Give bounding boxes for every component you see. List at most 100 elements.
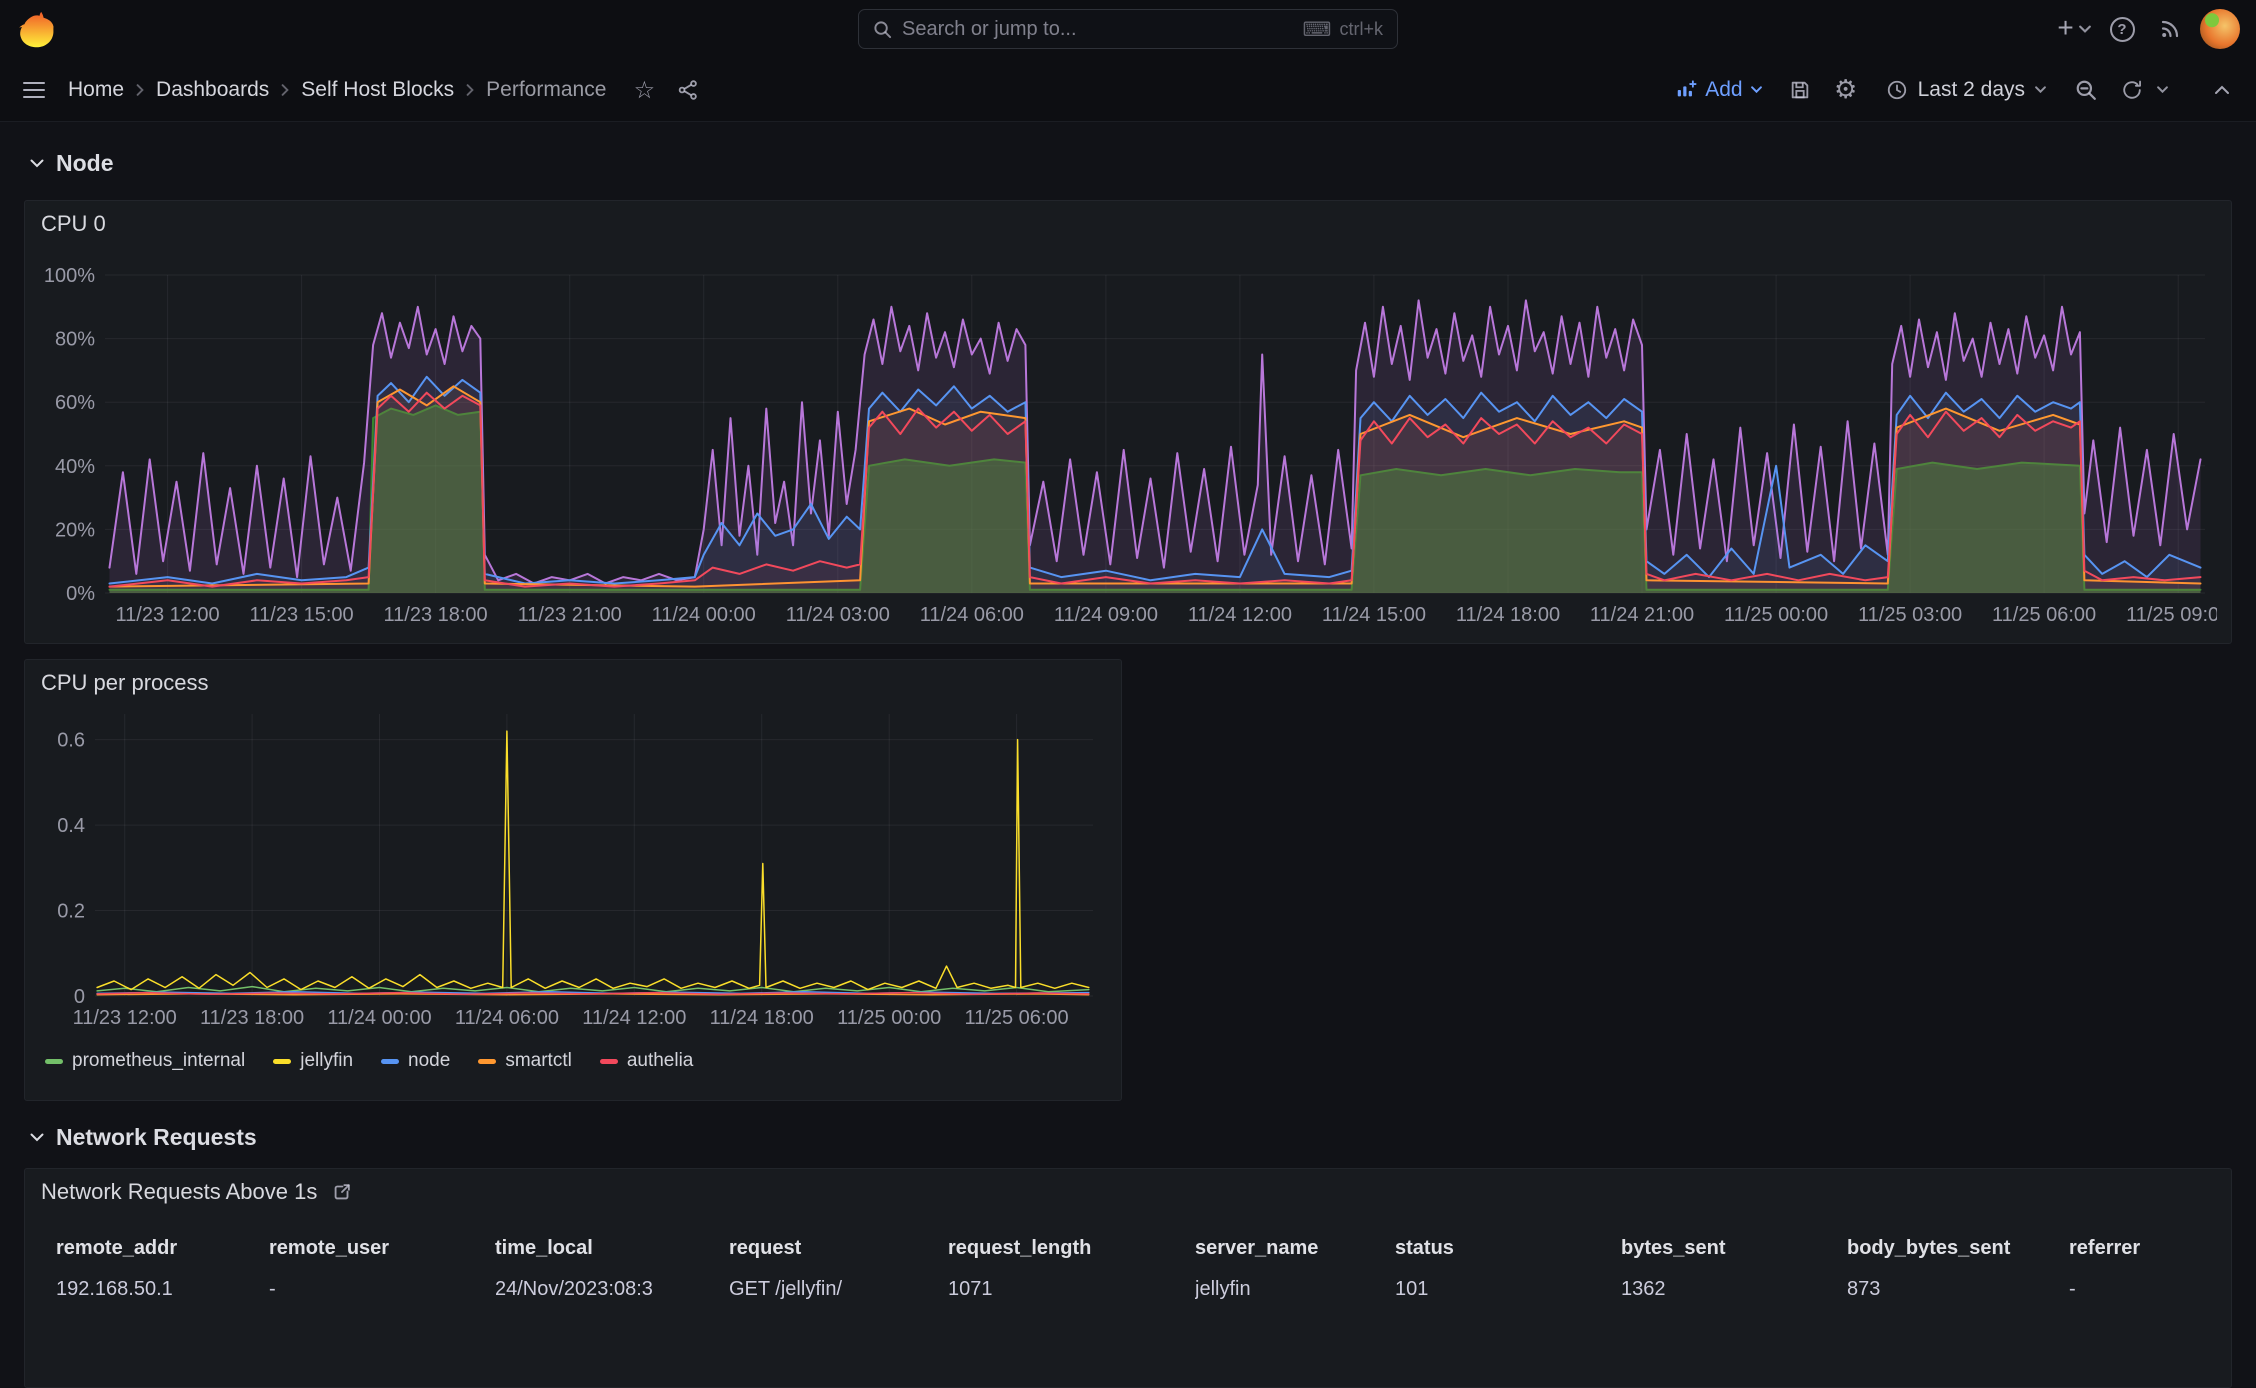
col-bytes-sent[interactable]: bytes_sent xyxy=(1621,1233,1847,1270)
rss-icon xyxy=(2161,20,2179,38)
chevron-down-icon xyxy=(30,159,44,168)
add-button[interactable]: Add xyxy=(1665,70,1771,110)
cell-server-name: jellyfin xyxy=(1195,1278,1251,1300)
legend-item-smartctl[interactable]: smartctl xyxy=(478,1050,572,1072)
clock-icon xyxy=(1887,80,1906,99)
cell-status: 101 xyxy=(1395,1278,1429,1300)
svg-text:60%: 60% xyxy=(55,392,95,414)
share-icon xyxy=(679,79,698,100)
share-button[interactable] xyxy=(670,72,706,108)
svg-text:11/25 06:00: 11/25 06:00 xyxy=(1992,604,2096,626)
svg-text:0: 0 xyxy=(74,986,85,1008)
favorite-button[interactable]: ☆ xyxy=(626,72,662,108)
svg-text:0.6: 0.6 xyxy=(57,730,85,752)
save-icon xyxy=(1791,81,1808,98)
breadcrumb-home[interactable]: Home xyxy=(68,78,124,102)
breadcrumb-folder[interactable]: Self Host Blocks xyxy=(301,78,454,102)
dashboard-settings-button[interactable]: ⚙ xyxy=(1828,72,1864,108)
legend-label: jellyfin xyxy=(300,1050,354,1071)
legend-swatch xyxy=(45,1058,63,1064)
col-remote-user[interactable]: remote_user xyxy=(269,1233,495,1270)
legend-item-prometheus-internal[interactable]: prometheus_internal xyxy=(45,1050,245,1072)
top-bar: Search or jump to... ⌨ ctrl+k + ? xyxy=(0,0,2256,58)
external-link-icon[interactable] xyxy=(331,1181,353,1203)
chart-legend: prometheus_internal jellyfin node smartc… xyxy=(25,1040,1121,1072)
breadcrumb: Home Dashboards Self Host Blocks Perform… xyxy=(68,78,606,102)
section-network-requests-toggle[interactable]: Network Requests xyxy=(30,1124,257,1151)
col-body-bytes-sent[interactable]: body_bytes_sent xyxy=(1847,1233,2069,1270)
cpu-per-process-chart[interactable]: 11/23 12:00 11/23 18:00 11/24 00:00 11/24 0… xyxy=(41,700,1107,1040)
section-node-toggle[interactable]: Node xyxy=(30,150,114,177)
collapse-topbar-button[interactable] xyxy=(2204,72,2240,108)
col-time-local[interactable]: time_local xyxy=(495,1233,729,1270)
cpu-per-process-panel-title[interactable]: CPU per process xyxy=(41,670,209,696)
svg-text:11/25 06:00: 11/25 06:00 xyxy=(965,1007,1069,1029)
legend-item-jellyfin[interactable]: jellyfin xyxy=(273,1050,353,1072)
chevron-right-icon xyxy=(466,83,474,96)
table-header-row: remote_addr remote_user time_local reque… xyxy=(56,1233,2215,1270)
breadcrumb-dashboards[interactable]: Dashboards xyxy=(156,78,269,102)
chevron-down-icon xyxy=(2035,86,2046,93)
svg-text:40%: 40% xyxy=(55,456,95,478)
zoom-out-icon xyxy=(2076,80,2096,100)
save-dashboard-button[interactable] xyxy=(1782,72,1818,108)
section-node-title: Node xyxy=(56,150,114,176)
svg-text:11/25 00:00: 11/25 00:00 xyxy=(837,1007,941,1029)
news-button[interactable] xyxy=(2152,11,2188,47)
cell-remote-user: - xyxy=(269,1278,276,1300)
legend-label: prometheus_internal xyxy=(72,1050,246,1071)
menu-toggle-button[interactable] xyxy=(16,72,52,108)
col-remote-addr[interactable]: remote_addr xyxy=(56,1233,269,1270)
new-menu-button[interactable]: + xyxy=(2056,11,2092,47)
col-status[interactable]: status xyxy=(1395,1233,1621,1270)
svg-text:11/24 18:00: 11/24 18:00 xyxy=(710,1007,814,1029)
add-button-label: Add xyxy=(1705,77,1743,101)
cpu-per-process-panel: CPU per process 11/23 12:00 11/23 18:00 11… xyxy=(24,659,1122,1101)
svg-text:11/23 12:00: 11/23 12:00 xyxy=(73,1007,177,1029)
legend-item-authelia[interactable]: authelia xyxy=(599,1050,693,1072)
search-icon xyxy=(874,20,892,38)
svg-text:11/24 00:00: 11/24 00:00 xyxy=(327,1007,431,1029)
network-requests-panel-title[interactable]: Network Requests Above 1s xyxy=(41,1179,317,1205)
search-input[interactable]: Search or jump to... ⌨ ctrl+k xyxy=(858,9,1398,49)
plus-icon: + xyxy=(2057,11,2074,43)
svg-text:11/23 18:00: 11/23 18:00 xyxy=(200,1007,304,1029)
user-avatar[interactable] xyxy=(2200,9,2240,49)
svg-text:11/24 15:00: 11/24 15:00 xyxy=(1322,604,1426,626)
refresh-interval-dropdown[interactable] xyxy=(2150,72,2174,108)
svg-text:11/25 09:00: 11/25 09:00 xyxy=(2126,604,2217,626)
cpu0-chart[interactable]: 11/23 12:00 11/23 15:00 11/23 18:00 11/23 2… xyxy=(41,241,2217,641)
legend-label: smartctl xyxy=(505,1050,572,1071)
svg-text:11/23 15:00: 11/23 15:00 xyxy=(250,604,354,626)
refresh-button[interactable] xyxy=(2114,72,2150,108)
svg-text:11/24 06:00: 11/24 06:00 xyxy=(455,1007,559,1029)
network-requests-table: remote_addr remote_user time_local reque… xyxy=(25,1233,2231,1309)
help-button[interactable]: ? xyxy=(2104,11,2140,47)
svg-text:20%: 20% xyxy=(55,519,95,541)
time-range-label: Last 2 days xyxy=(1917,77,2025,101)
section-network-requests-title: Network Requests xyxy=(56,1124,257,1150)
legend-swatch xyxy=(599,1058,618,1064)
legend-swatch xyxy=(478,1058,497,1064)
svg-text:11/23 18:00: 11/23 18:00 xyxy=(384,604,488,626)
zoom-out-button[interactable] xyxy=(2068,72,2104,108)
svg-text:0%: 0% xyxy=(66,583,95,605)
breadcrumb-current: Performance xyxy=(486,77,607,101)
col-request-length[interactable]: request_length xyxy=(948,1233,1195,1270)
col-server-name[interactable]: server_name xyxy=(1195,1233,1395,1270)
cell-request: GET /jellyfin/ xyxy=(729,1278,842,1300)
chevron-down-icon xyxy=(2078,25,2091,33)
cpu0-panel-title[interactable]: CPU 0 xyxy=(41,211,106,237)
col-referrer[interactable]: referrer xyxy=(2069,1233,2215,1270)
col-request[interactable]: request xyxy=(729,1233,948,1270)
grafana-logo[interactable] xyxy=(16,8,58,50)
keyboard-icon: ⌨ xyxy=(1302,17,1332,41)
star-icon: ☆ xyxy=(633,75,656,104)
hamburger-icon xyxy=(23,81,45,98)
legend-item-node[interactable]: node xyxy=(381,1050,450,1072)
time-range-picker[interactable]: Last 2 days xyxy=(1874,70,2058,110)
breadcrumb-bar: Home Dashboards Self Host Blocks Perform… xyxy=(0,58,2256,122)
svg-text:80%: 80% xyxy=(55,329,95,351)
question-mark-icon: ? xyxy=(2109,16,2135,42)
legend-swatch xyxy=(273,1058,292,1064)
